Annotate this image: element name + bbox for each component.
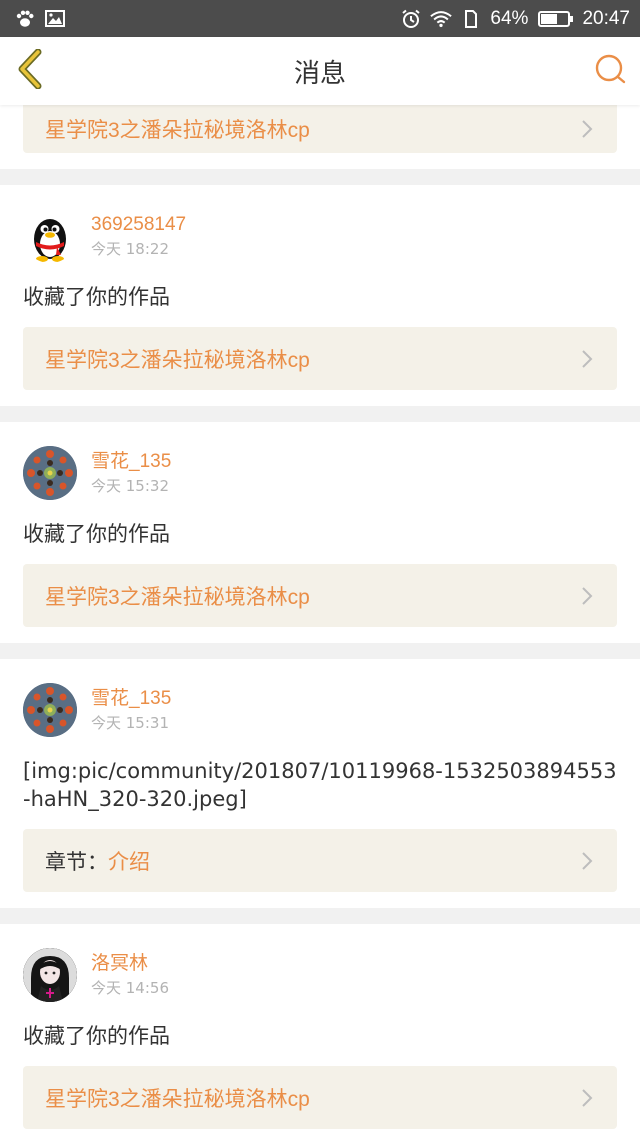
chevron-left-icon (16, 48, 44, 93)
chevron-right-icon (581, 586, 595, 606)
status-right: 64% 20:47 (400, 8, 630, 30)
card-spacer (23, 892, 617, 908)
user-row[interactable]: 雪花_135 今天 15:32 (23, 422, 617, 512)
chapter-link[interactable]: 章节：介绍 (23, 829, 617, 892)
status-bar: 64% 20:47 (0, 0, 640, 37)
message-text: [img:pic/community/201807/10119968-15325… (23, 759, 617, 811)
search-button[interactable] (592, 53, 628, 89)
chapter-label: 章节： (45, 849, 108, 874)
user-name[interactable]: 雪花_135 (91, 450, 171, 474)
work-link[interactable]: 星学院3之潘朵拉秘境洛林cp (23, 564, 617, 627)
anime-girl-avatar[interactable] (23, 948, 77, 1002)
chapter-info: 章节：介绍 (45, 846, 150, 876)
work-link[interactable]: 星学院3之潘朵拉秘境洛林cp (23, 327, 617, 390)
penguin-avatar[interactable] (23, 209, 77, 263)
kaleidoscope-avatar[interactable] (23, 683, 77, 737)
battery-fill (541, 13, 558, 24)
message-feed[interactable]: 星学院3之潘朵拉秘境洛林cp 369258147 今天 18:22 收藏了你的作… (0, 105, 640, 1138)
work-title: 星学院3之潘朵拉秘境洛林cp (45, 119, 310, 142)
user-row[interactable]: 洛冥林 今天 14:56 (23, 924, 617, 1014)
back-button[interactable] (12, 48, 48, 93)
user-meta: 洛冥林 今天 14:56 (91, 952, 169, 999)
nav-bar: 消息 (0, 37, 640, 105)
battery-percent: 64% (490, 7, 529, 29)
message-text: 收藏了你的作品 (23, 285, 170, 309)
wifi-icon (430, 10, 453, 28)
user-meta: 雪花_135 今天 15:31 (91, 687, 171, 734)
message-card: 洛冥林 今天 14:56 收藏了你的作品 星学院3之潘朵拉秘境洛林cp (0, 924, 640, 1138)
message-card: 雪花_135 今天 15:32 收藏了你的作品 星学院3之潘朵拉秘境洛林cp (0, 422, 640, 643)
message-text: 收藏了你的作品 (23, 1024, 170, 1048)
battery-icon (538, 10, 574, 27)
chevron-right-icon (581, 349, 595, 369)
alarm-icon (400, 9, 422, 28)
card-gap (0, 406, 640, 422)
card-gap (0, 908, 640, 924)
card-spacer (23, 153, 617, 169)
chevron-right-icon (581, 119, 595, 139)
page-title: 消息 (293, 58, 346, 89)
work-title: 星学院3之潘朵拉秘境洛林cp (45, 585, 310, 609)
work-title: 星学院3之潘朵拉秘境洛林cp (45, 1087, 310, 1111)
card-gap (0, 643, 640, 659)
chevron-right-icon (581, 1088, 595, 1108)
message-card-partial: 星学院3之潘朵拉秘境洛林cp (0, 105, 640, 169)
user-name[interactable]: 369258147 (91, 213, 186, 237)
message-card: 雪花_135 今天 15:31 [img:pic/community/20180… (0, 659, 640, 908)
card-spacer (23, 390, 617, 406)
user-name[interactable]: 洛冥林 (91, 952, 169, 976)
message-time: 今天 15:31 (91, 713, 169, 732)
card-gap (0, 169, 640, 185)
search-icon (593, 52, 627, 90)
chevron-right-icon (581, 851, 595, 871)
user-meta: 雪花_135 今天 15:32 (91, 450, 171, 497)
sim-icon (460, 9, 482, 28)
clock: 20:47 (582, 7, 630, 29)
card-spacer (23, 627, 617, 643)
user-row[interactable]: 雪花_135 今天 15:31 (23, 659, 617, 749)
work-link[interactable]: 星学院3之潘朵拉秘境洛林cp (23, 1066, 617, 1129)
kaleidoscope-avatar[interactable] (23, 446, 77, 500)
message-card: 369258147 今天 18:22 收藏了你的作品 星学院3之潘朵拉秘境洛林c… (0, 185, 640, 406)
chapter-name: 介绍 (108, 849, 150, 874)
work-title: 星学院3之潘朵拉秘境洛林cp (45, 348, 310, 372)
status-left (14, 10, 66, 28)
message-time: 今天 15:32 (91, 476, 169, 495)
card-spacer (23, 1129, 617, 1138)
message-time: 今天 14:56 (91, 978, 169, 997)
work-link[interactable]: 星学院3之潘朵拉秘境洛林cp (23, 105, 617, 153)
user-row[interactable]: 369258147 今天 18:22 (23, 185, 617, 275)
message-time: 今天 18:22 (91, 239, 169, 258)
paw-icon (14, 10, 36, 28)
image-icon (44, 10, 66, 28)
user-meta: 369258147 今天 18:22 (91, 213, 186, 260)
message-text: 收藏了你的作品 (23, 522, 170, 546)
user-name[interactable]: 雪花_135 (91, 687, 171, 711)
